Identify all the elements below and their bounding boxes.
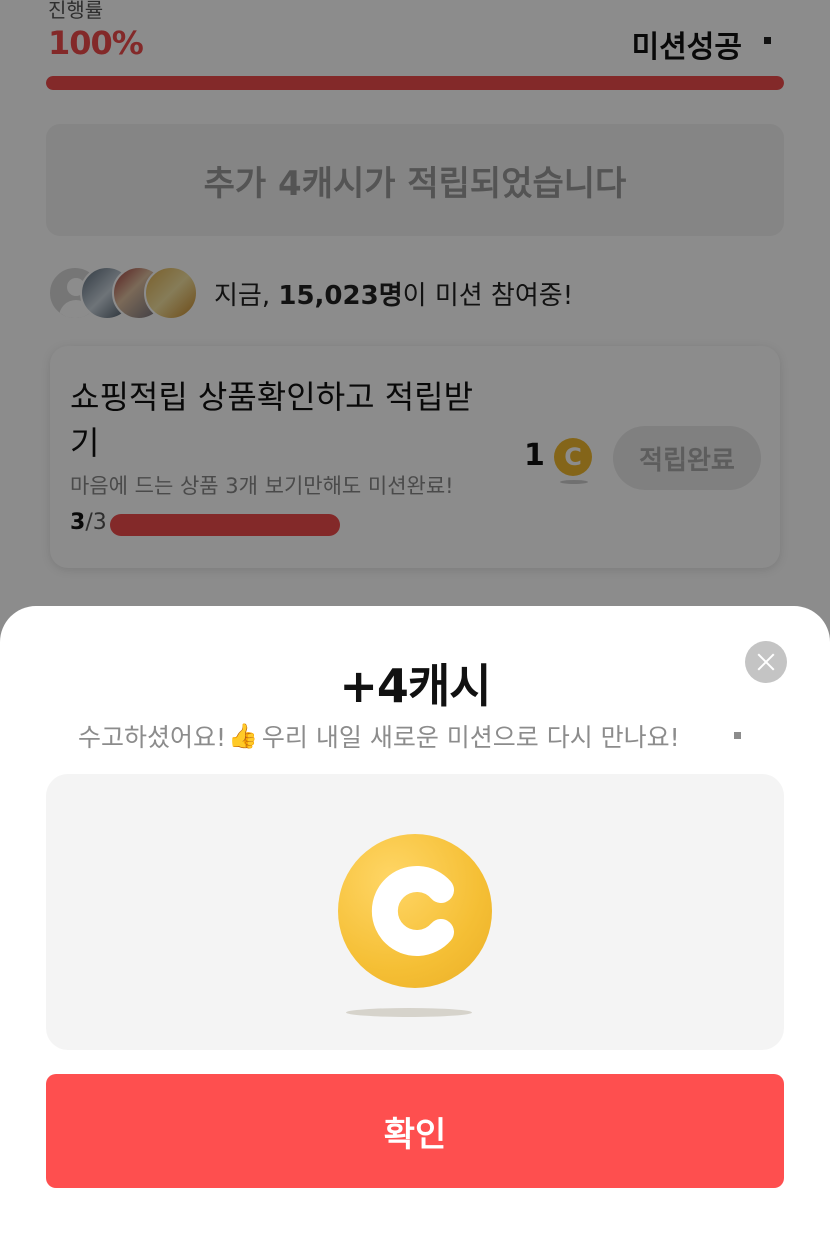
thumbs-up-icon: 👍 bbox=[228, 722, 258, 750]
subtitle-after: 우리 내일 새로운 미션으로 다시 만나요! bbox=[261, 723, 680, 752]
close-icon bbox=[755, 651, 777, 673]
sheet-subtitle: 수고하셨어요! 👍 우리 내일 새로운 미션으로 다시 만나요! bbox=[78, 718, 680, 754]
reward-bottom-sheet: +4캐시 수고하셨어요! 👍 우리 내일 새로운 미션으로 다시 만나요! 확인 bbox=[0, 606, 830, 1258]
coin-panel bbox=[46, 774, 784, 1050]
close-button[interactable] bbox=[745, 641, 787, 683]
sheet-title: +4캐시 bbox=[339, 659, 491, 713]
cash-coin-icon bbox=[338, 834, 492, 988]
coin-shadow bbox=[346, 1008, 472, 1017]
subtitle-dot bbox=[734, 732, 741, 739]
coin-c-glyph bbox=[371, 866, 454, 956]
subtitle-before: 수고하셨어요! bbox=[78, 723, 227, 752]
confirm-button[interactable]: 확인 bbox=[46, 1074, 784, 1188]
